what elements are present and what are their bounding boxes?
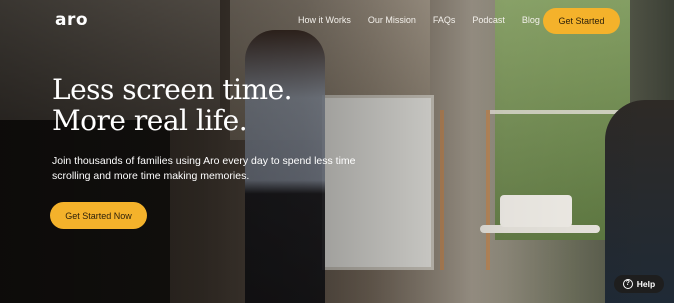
top-nav: aro How it Works Our Mission FAQs Podcas… — [0, 0, 674, 42]
help-label: Help — [636, 279, 656, 289]
nav-link-our-mission[interactable]: Our Mission — [368, 15, 416, 25]
headline-line-1: Less screen time. — [52, 73, 293, 106]
nav-link-how-it-works[interactable]: How it Works — [298, 15, 351, 25]
nav-link-blog[interactable]: Blog — [522, 15, 540, 25]
nav-links: How it Works Our Mission FAQs Podcast Bl… — [298, 15, 557, 25]
aro-logo[interactable]: aro — [55, 10, 88, 30]
nav-link-faqs[interactable]: FAQs — [433, 15, 456, 25]
hero-headline: Less screen time. More real life. — [52, 73, 293, 137]
get-started-now-button[interactable]: Get Started Now — [50, 202, 147, 229]
hero-section: aro How it Works Our Mission FAQs Podcas… — [0, 0, 674, 303]
get-started-button[interactable]: Get Started — [543, 8, 620, 34]
hero-overlay — [0, 0, 674, 303]
nav-link-podcast[interactable]: Podcast — [472, 15, 505, 25]
hero-subtext: Join thousands of families using Aro eve… — [52, 155, 356, 182]
question-circle-icon: ? — [622, 279, 633, 289]
headline-line-2: More real life. — [52, 104, 248, 137]
help-button[interactable]: ? Help — [614, 275, 664, 293]
